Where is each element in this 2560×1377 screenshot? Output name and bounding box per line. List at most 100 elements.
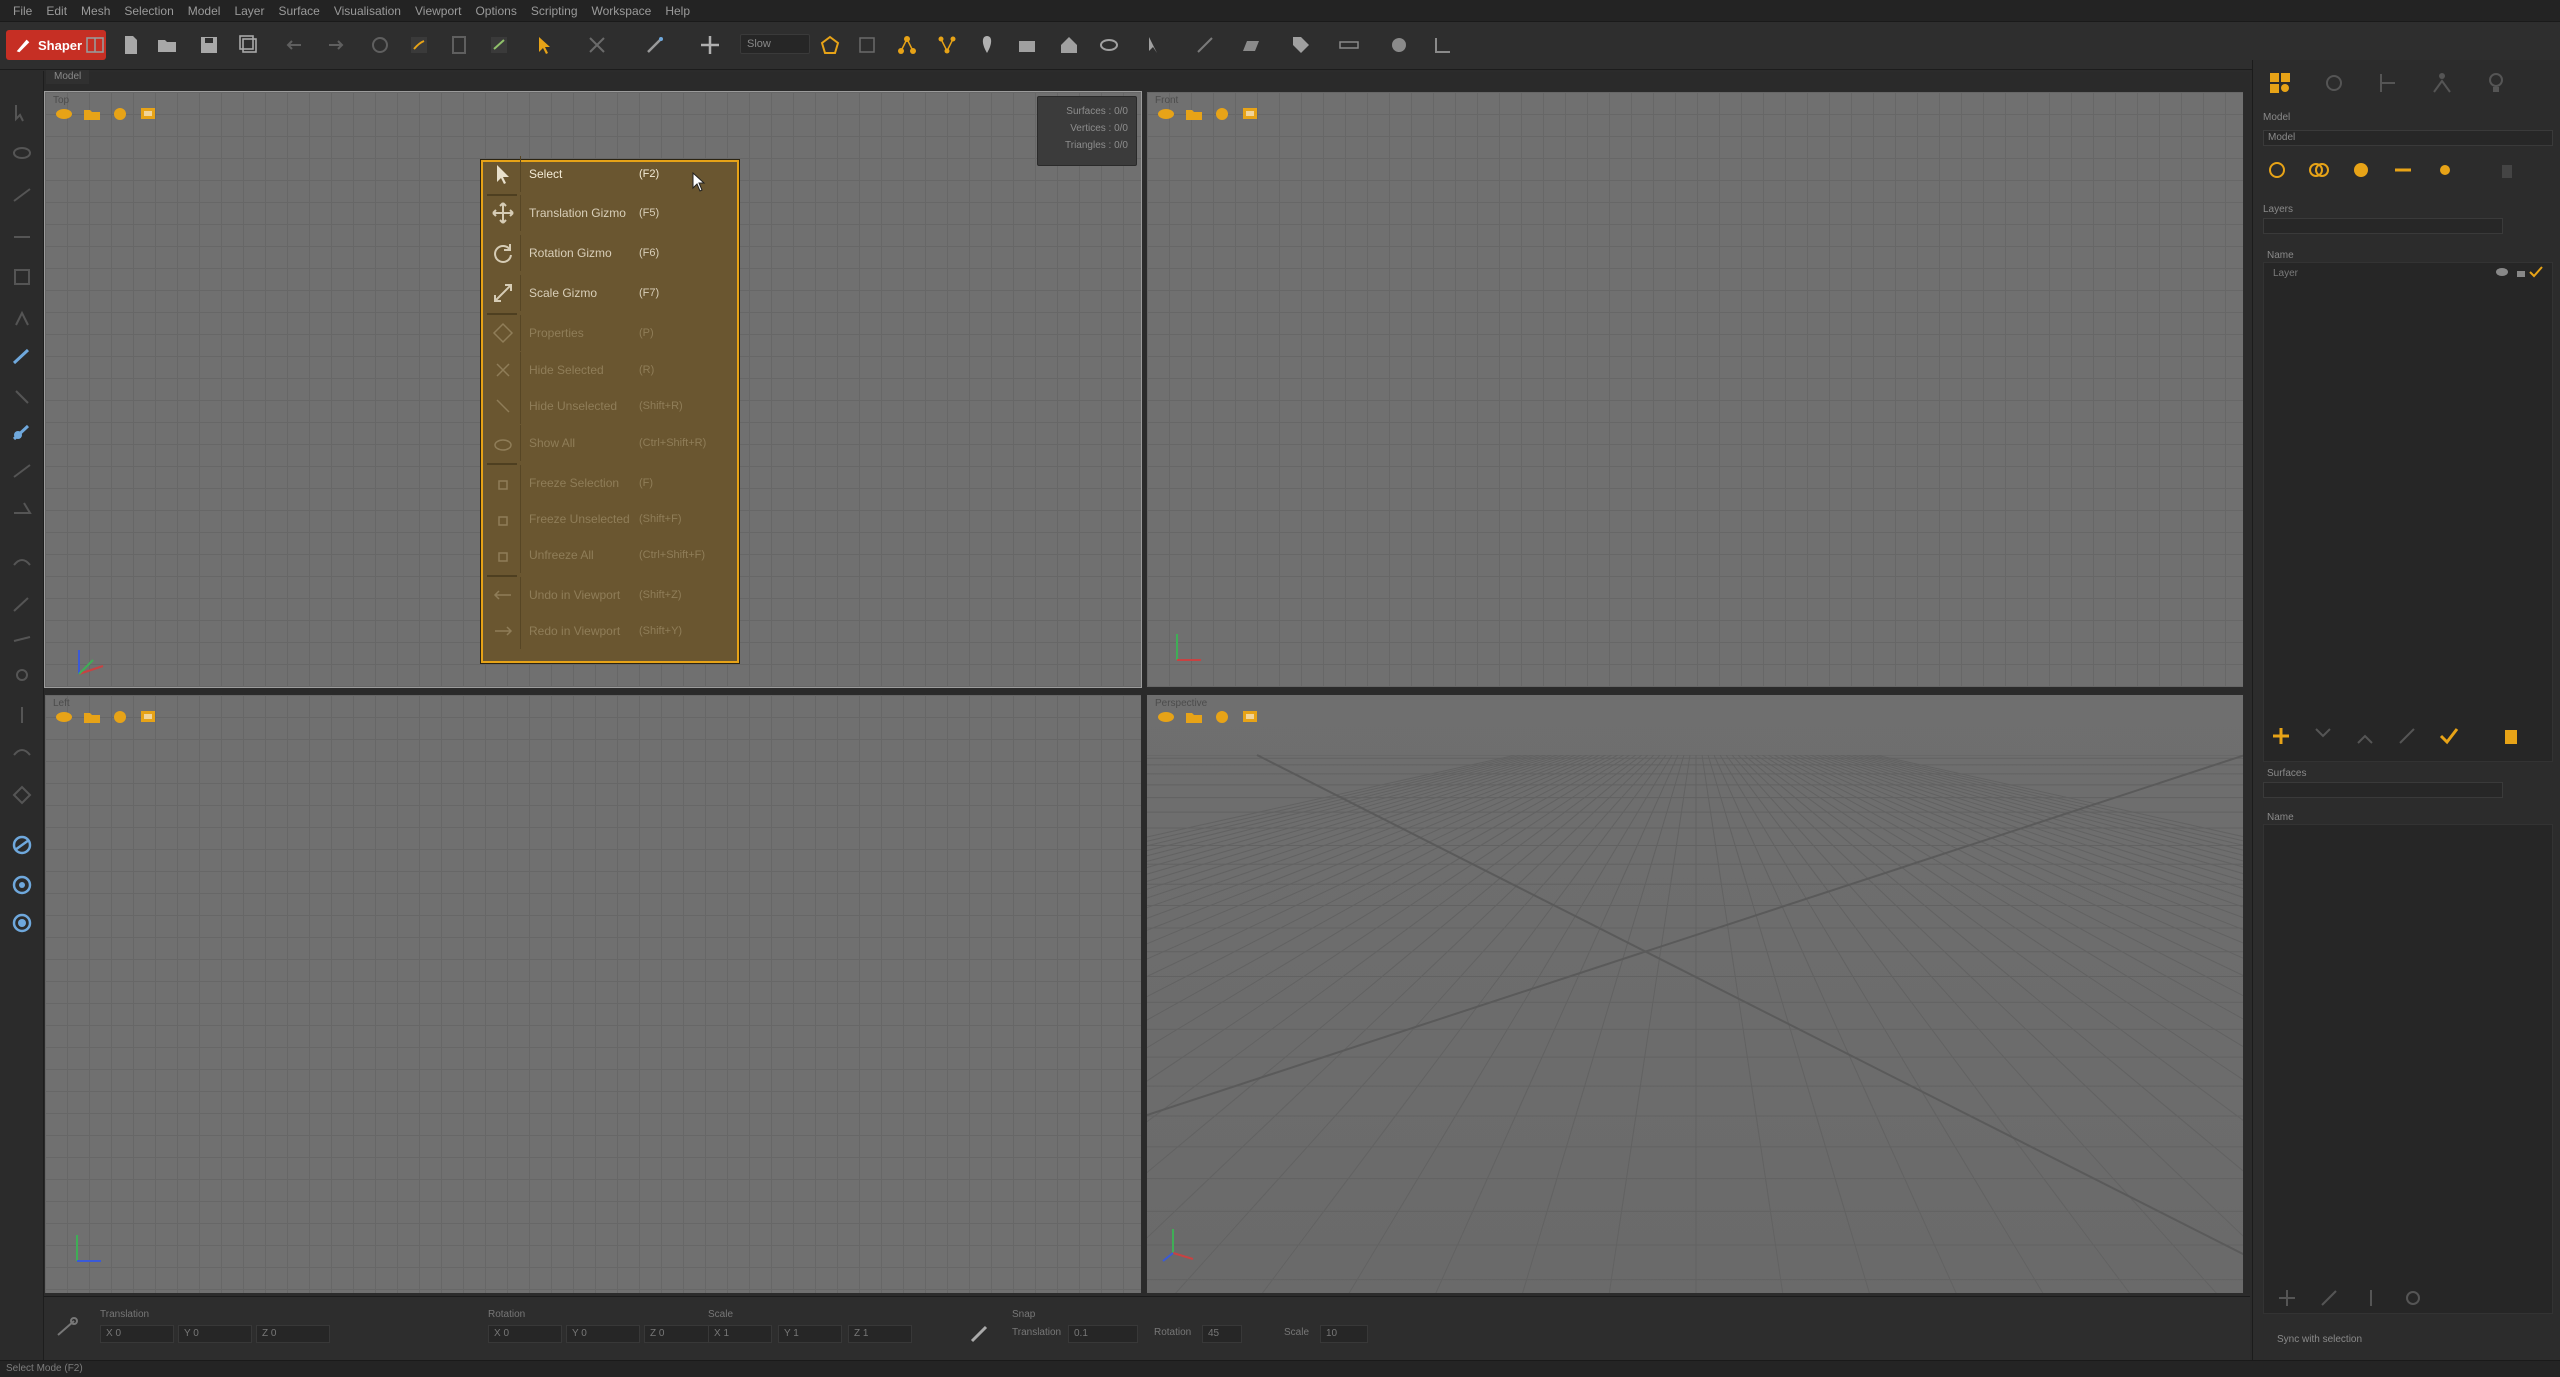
folder-orange-icon[interactable]: [81, 106, 103, 122]
menu-item-undo-in-viewport[interactable]: Undo in Viewport (Shift+Z): [485, 577, 735, 613]
select-tool-icon[interactable]: [7, 98, 37, 128]
snap-scale-field[interactable]: 10: [1320, 1325, 1368, 1343]
menu-item-show-all[interactable]: Show All (Ctrl+Shift+R): [485, 425, 735, 461]
mirror-tool-icon[interactable]: [7, 700, 37, 730]
tab-model-icon[interactable]: [2253, 60, 2307, 106]
material-icon[interactable]: [365, 30, 395, 60]
slide-tool-icon[interactable]: [7, 624, 37, 654]
menu-model[interactable]: Model: [181, 0, 228, 22]
move-icon[interactable]: [695, 30, 725, 60]
surface-rotate-icon[interactable]: [2399, 1284, 2427, 1312]
ruler-icon[interactable]: [1334, 30, 1364, 60]
shape-icon[interactable]: [815, 30, 845, 60]
network-icon[interactable]: [932, 30, 962, 60]
extrude-tool-icon[interactable]: [7, 304, 37, 334]
menu-surface[interactable]: Surface: [271, 0, 326, 22]
floor-icon[interactable]: [1236, 30, 1266, 60]
orbit-tool-icon[interactable]: [7, 830, 37, 860]
scale-y-field[interactable]: Y 1: [778, 1325, 842, 1343]
merge-layer-icon[interactable]: [2309, 722, 2337, 750]
dots-icon[interactable]: [2431, 156, 2459, 184]
menu-file[interactable]: File: [6, 0, 39, 22]
viewport-perspective[interactable]: Perspective: [1146, 694, 2244, 1294]
eye-orange-icon[interactable]: [1155, 709, 1177, 725]
sculpt-tool-icon[interactable]: [7, 342, 37, 372]
layer-row-label[interactable]: Layer: [2273, 268, 2298, 279]
tag-icon[interactable]: [1286, 30, 1316, 60]
menu-layer[interactable]: Layer: [227, 0, 271, 22]
folder-orange-icon[interactable]: [81, 709, 103, 725]
layers-filter[interactable]: [2263, 218, 2503, 234]
pinch-tool-icon[interactable]: [7, 382, 37, 412]
select-arrow-icon[interactable]: [530, 30, 560, 60]
snap-translation-field[interactable]: 0.1: [1068, 1325, 1138, 1343]
tab-hierarchy-icon[interactable]: [2361, 60, 2415, 106]
menu-item-rotation-gizmo[interactable]: Rotation Gizmo (F6): [485, 235, 735, 271]
save-icon[interactable]: [194, 30, 224, 60]
layer-visibility-icon[interactable]: [2495, 266, 2509, 278]
clipboard-icon[interactable]: [444, 30, 474, 60]
bevel-tool-icon[interactable]: [7, 492, 37, 522]
layer-lock-icon[interactable]: [2515, 266, 2527, 278]
menu-workspace[interactable]: Workspace: [585, 0, 659, 22]
snap-rotation-field[interactable]: 45: [1202, 1325, 1242, 1343]
menu-viewport[interactable]: Viewport: [408, 0, 468, 22]
camera-icon[interactable]: [1012, 30, 1042, 60]
menu-options[interactable]: Options: [468, 0, 523, 22]
scale-z-field[interactable]: Z 1: [848, 1325, 912, 1343]
origin-icon[interactable]: [2263, 156, 2291, 184]
layout-icon[interactable]: [80, 30, 110, 60]
surface-split-icon[interactable]: [2357, 1284, 2385, 1312]
viewport-front[interactable]: Front: [1146, 91, 2244, 688]
zoom-tool-icon[interactable]: [7, 908, 37, 938]
viewport-tab-model[interactable]: Model: [46, 70, 90, 84]
grid-vertex-icon[interactable]: [852, 30, 882, 60]
paint-icon[interactable]: [484, 30, 514, 60]
open-folder-icon[interactable]: [152, 30, 182, 60]
brush-icon[interactable]: [404, 30, 434, 60]
weld-tool-icon[interactable]: [7, 660, 37, 690]
pointer-icon[interactable]: [1140, 30, 1170, 60]
bend-tool-icon[interactable]: [7, 740, 37, 770]
menu-item-translation-gizmo[interactable]: Translation Gizmo (F5): [485, 195, 735, 231]
rotation-y-field[interactable]: Y 0: [566, 1325, 640, 1343]
tab-figure-icon[interactable]: [2415, 60, 2469, 106]
sphere-orange-icon[interactable]: [109, 709, 131, 725]
layer-check-icon[interactable]: [2529, 266, 2543, 278]
sphere-orange-icon[interactable]: [1211, 106, 1233, 122]
pin-icon[interactable]: [972, 30, 1002, 60]
menu-item-unfreeze-all[interactable]: Unfreeze All (Ctrl+Shift+F): [485, 537, 735, 573]
rotation-x-field[interactable]: X 0: [488, 1325, 562, 1343]
deform-tool-icon[interactable]: [7, 780, 37, 810]
sphere-icon[interactable]: [1384, 30, 1414, 60]
sphere-orange-icon[interactable]: [1211, 709, 1233, 725]
model-select[interactable]: Model: [2263, 130, 2553, 146]
menu-scripting[interactable]: Scripting: [524, 0, 585, 22]
tab-light-icon[interactable]: [2469, 60, 2523, 106]
eye-icon[interactable]: [1094, 30, 1124, 60]
menu-mesh[interactable]: Mesh: [74, 0, 117, 22]
menu-visualisation[interactable]: Visualisation: [327, 0, 408, 22]
pan-tool-icon[interactable]: [7, 870, 37, 900]
house-icon[interactable]: [1054, 30, 1084, 60]
pen-tool-icon[interactable]: [640, 30, 670, 60]
surfaces-filter[interactable]: [2263, 782, 2503, 798]
menu-help[interactable]: Help: [658, 0, 697, 22]
menu-item-freeze-selection[interactable]: Freeze Selection (F): [485, 465, 735, 501]
eye-orange-icon[interactable]: [53, 106, 75, 122]
transform-icon[interactable]: [1190, 30, 1220, 60]
eye-orange-icon[interactable]: [53, 709, 75, 725]
menu-item-hide-selected[interactable]: Hide Selected (R): [485, 352, 735, 388]
add-layer-icon[interactable]: [2267, 722, 2295, 750]
check-layer-icon[interactable]: [2435, 722, 2463, 750]
screen-orange-icon[interactable]: [1239, 709, 1261, 725]
snap-mode-icon[interactable]: [54, 1315, 80, 1341]
translation-z-field[interactable]: Z 0: [256, 1325, 330, 1343]
redo-icon[interactable]: [320, 30, 350, 60]
split-layer-icon[interactable]: [2351, 722, 2379, 750]
menu-item-freeze-unselected[interactable]: Freeze Unselected (Shift+F): [485, 501, 735, 537]
menu-item-properties[interactable]: Properties (P): [485, 315, 735, 351]
screen-orange-icon[interactable]: [1239, 106, 1261, 122]
face-tool-icon[interactable]: [7, 262, 37, 292]
arrows-icon[interactable]: [2389, 156, 2417, 184]
